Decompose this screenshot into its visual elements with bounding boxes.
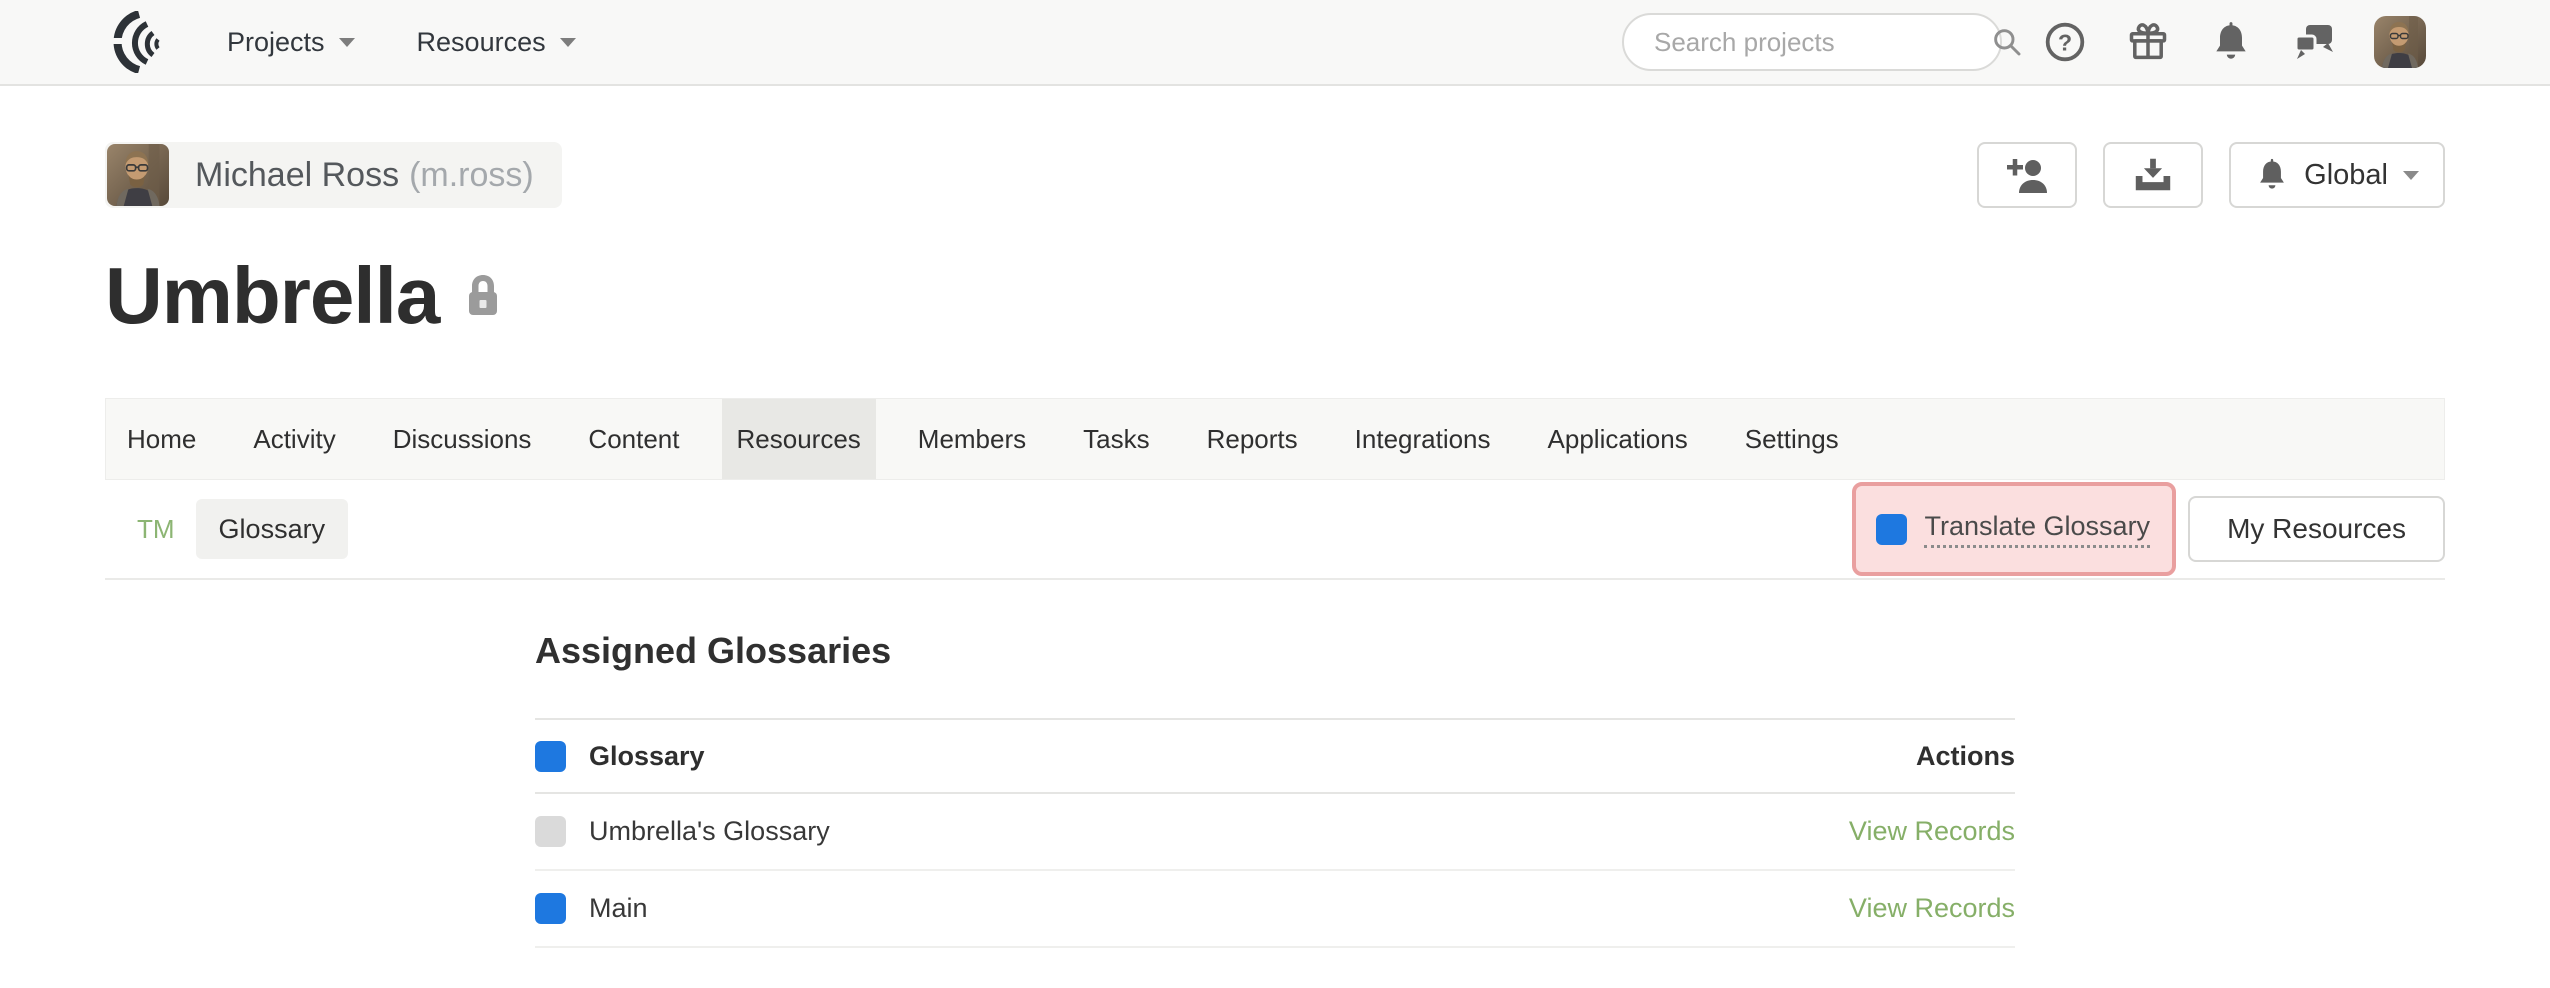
global-dropdown-button[interactable]: Global xyxy=(2229,142,2445,208)
owner-name: Michael Ross xyxy=(195,156,399,195)
tab-settings[interactable]: Settings xyxy=(1730,399,1854,479)
nav-resources-label: Resources xyxy=(417,27,546,58)
nav-resources-menu[interactable]: Resources xyxy=(417,27,576,58)
tab-resources[interactable]: Resources xyxy=(722,399,876,479)
tab-home[interactable]: Home xyxy=(112,399,211,479)
view-records-link[interactable]: View Records xyxy=(1849,893,2015,924)
tab-applications[interactable]: Applications xyxy=(1533,399,1703,479)
tab-reports[interactable]: Reports xyxy=(1192,399,1313,479)
my-resources-button[interactable]: My Resources xyxy=(2188,496,2445,562)
translate-glossary-label[interactable]: Translate Glossary xyxy=(1924,511,2150,548)
gift-icon[interactable] xyxy=(2126,20,2170,64)
nav-projects-label: Projects xyxy=(227,27,325,58)
translate-glossary-checkbox[interactable] xyxy=(1876,514,1907,545)
svg-text:?: ? xyxy=(2058,29,2072,55)
project-tab-bar: Home Activity Discussions Content Resour… xyxy=(105,398,2445,480)
resources-subnav: TM Glossary Translate Glossary My Resour… xyxy=(105,480,2445,580)
tab-discussions[interactable]: Discussions xyxy=(378,399,547,479)
glossaries-table: Glossary Actions Umbrella's Glossary Vie… xyxy=(535,718,2015,948)
search-input[interactable] xyxy=(1652,26,1991,59)
page-action-buttons: Global xyxy=(1977,142,2445,208)
tab-content[interactable]: Content xyxy=(573,399,694,479)
bell-icon xyxy=(2255,157,2289,193)
page-container: Michael Ross (m.ross) xyxy=(105,142,2445,948)
section-title: Assigned Glossaries xyxy=(535,630,2015,672)
top-bar-right: ? xyxy=(1622,13,2426,71)
bell-icon[interactable] xyxy=(2210,20,2252,64)
glossary-name: Main xyxy=(589,893,1849,924)
view-records-link[interactable]: View Records xyxy=(1849,816,2015,847)
lock-icon xyxy=(463,272,503,318)
help-icon[interactable]: ? xyxy=(2044,21,2086,63)
select-all-checkbox[interactable] xyxy=(535,741,566,772)
check-icon xyxy=(541,749,560,764)
tab-tasks[interactable]: Tasks xyxy=(1068,399,1164,479)
row-checkbox-disabled xyxy=(535,816,566,847)
chevron-down-icon xyxy=(560,38,576,47)
check-icon xyxy=(541,824,560,839)
subnav-tm-link[interactable]: TM xyxy=(137,514,175,545)
user-avatar[interactable] xyxy=(2374,16,2426,68)
table-row: Umbrella's Glossary View Records xyxy=(535,794,2015,871)
tab-integrations[interactable]: Integrations xyxy=(1340,399,1506,479)
name-column-header: Glossary xyxy=(589,741,1916,772)
table-header-row: Glossary Actions xyxy=(535,720,2015,794)
tab-activity[interactable]: Activity xyxy=(238,399,350,479)
chevron-down-icon xyxy=(339,38,355,47)
add-user-icon xyxy=(2004,155,2050,195)
messages-icon[interactable] xyxy=(2292,21,2338,63)
owner-handle: (m.ross) xyxy=(409,156,534,195)
subnav-glossary-tab[interactable]: Glossary xyxy=(196,499,349,559)
project-title: Umbrella xyxy=(105,250,439,342)
check-icon xyxy=(1882,522,1901,537)
download-tray-icon xyxy=(2131,155,2175,195)
table-row: Main View Records xyxy=(535,871,2015,948)
download-button[interactable] xyxy=(2103,142,2203,208)
app-logo-icon[interactable] xyxy=(107,11,173,73)
check-icon xyxy=(541,901,560,916)
top-bar: Projects Resources ? xyxy=(0,0,2550,86)
top-nav: Projects Resources xyxy=(227,27,576,58)
glossary-name: Umbrella's Glossary xyxy=(589,816,1849,847)
actions-column-header: Actions xyxy=(1916,741,2015,772)
glossaries-section: Assigned Glossaries Glossary Actions Umb… xyxy=(535,630,2015,948)
owner-avatar xyxy=(107,144,169,206)
owner-profile-chip[interactable]: Michael Ross (m.ross) xyxy=(105,142,562,208)
translate-glossary-highlight: Translate Glossary xyxy=(1852,482,2176,576)
nav-projects-menu[interactable]: Projects xyxy=(227,27,355,58)
chevron-down-icon xyxy=(2403,171,2419,180)
global-dropdown-label: Global xyxy=(2304,159,2388,192)
tab-members[interactable]: Members xyxy=(903,399,1041,479)
page-head: Michael Ross (m.ross) xyxy=(105,142,2445,208)
invite-user-button[interactable] xyxy=(1977,142,2077,208)
row-checkbox[interactable] xyxy=(535,893,566,924)
search-icon[interactable] xyxy=(1991,26,2023,58)
project-title-row: Umbrella xyxy=(105,250,2445,342)
search-box[interactable] xyxy=(1622,13,2002,71)
